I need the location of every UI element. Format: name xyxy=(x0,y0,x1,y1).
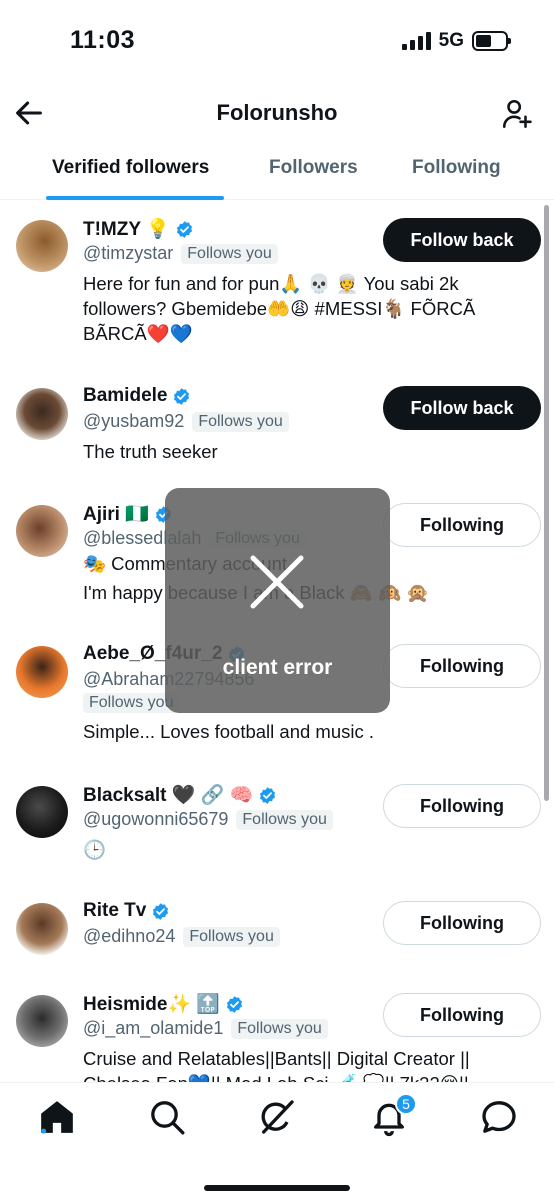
following-button[interactable]: Following xyxy=(383,503,541,547)
avatar[interactable] xyxy=(16,505,68,557)
user-handle: @yusbam92 xyxy=(83,411,185,431)
user-handle: @timzystar xyxy=(83,243,174,263)
user-name: T!MZY 💡 xyxy=(83,219,170,240)
bottom-nav: 5 xyxy=(0,1082,554,1200)
verified-icon xyxy=(260,786,276,804)
verified-icon xyxy=(174,387,190,405)
verified-icon xyxy=(153,902,169,920)
error-message: client error xyxy=(222,656,333,679)
user-handle: @ugowonni65679 xyxy=(83,809,229,829)
user-bio: 🕒 xyxy=(83,839,107,860)
user-name: Heismide✨ 🔝 xyxy=(83,994,221,1015)
notification-count-badge: 5 xyxy=(395,1093,417,1115)
avatar[interactable] xyxy=(16,220,68,272)
follows-you-badge: Follows you xyxy=(183,926,280,947)
user-bio: Here for fun and for pun🙏 💀 👳 You sabi 2… xyxy=(83,273,476,344)
following-button[interactable]: Following xyxy=(383,784,541,828)
status-bar: 11:03 5G xyxy=(0,0,554,80)
follows-you-badge: Follows you xyxy=(231,1018,328,1039)
user-bio: The truth seeker xyxy=(83,441,218,462)
battery-icon xyxy=(472,31,511,51)
user-name: Bamidele xyxy=(83,385,168,406)
status-time: 11:03 xyxy=(70,26,136,54)
tab-following[interactable]: Following xyxy=(412,157,501,179)
error-toast: client error xyxy=(165,488,390,713)
follow-back-button[interactable]: Follow back xyxy=(383,218,541,262)
scrollbar[interactable] xyxy=(544,205,549,801)
avatar[interactable] xyxy=(16,995,68,1047)
page-title: Folorunsho xyxy=(216,100,338,125)
avatar[interactable] xyxy=(16,903,68,955)
grok-icon[interactable] xyxy=(257,1097,297,1137)
follow-back-button[interactable]: Follow back xyxy=(383,386,541,430)
network-type: 5G xyxy=(438,30,464,51)
tab-verified-followers[interactable]: Verified followers xyxy=(52,157,209,179)
tab-bar: Verified followers Followers Following xyxy=(0,146,554,200)
user-handle: @edihno24 xyxy=(83,926,176,946)
close-icon xyxy=(250,555,304,609)
user-name: Blacksalt 🖤 🔗 🧠 xyxy=(83,785,254,806)
mail-icon[interactable] xyxy=(479,1097,519,1137)
user-handle: @i_am_olamide1 xyxy=(83,1018,224,1038)
avatar[interactable] xyxy=(16,786,68,838)
following-button[interactable]: Following xyxy=(383,644,541,688)
avatar[interactable] xyxy=(16,646,68,698)
following-button[interactable]: Following xyxy=(383,993,541,1037)
status-icons: 5G xyxy=(401,30,511,52)
search-icon[interactable] xyxy=(147,1097,187,1137)
following-button[interactable]: Following xyxy=(383,901,541,945)
verified-icon xyxy=(227,995,243,1013)
user-name: Ajiri 🇳🇬 xyxy=(83,504,149,525)
home-icon[interactable] xyxy=(37,1097,77,1137)
tab-followers[interactable]: Followers xyxy=(269,157,358,179)
avatar[interactable] xyxy=(16,388,68,440)
user-bio-line-2: Chelsea Fan💙|| Mad Lab Sci 🧪 💭|| 7k22😪|| xyxy=(83,1071,533,1082)
header: Folorunsho xyxy=(0,88,554,144)
signal-icon xyxy=(401,32,431,50)
verified-icon xyxy=(176,220,192,238)
home-indicator xyxy=(204,1185,350,1191)
add-user-icon[interactable] xyxy=(500,96,534,132)
follows-you-badge: Follows you xyxy=(236,809,333,830)
follows-you-badge: Follows you xyxy=(192,411,289,432)
follows-you-badge: Follows you xyxy=(181,243,278,264)
user-bio: Simple... Loves football and music . xyxy=(83,721,375,742)
user-name: Rite Tv xyxy=(83,900,147,921)
user-bio: Cruise and Relatables||Bants|| Digital C… xyxy=(83,1048,470,1069)
